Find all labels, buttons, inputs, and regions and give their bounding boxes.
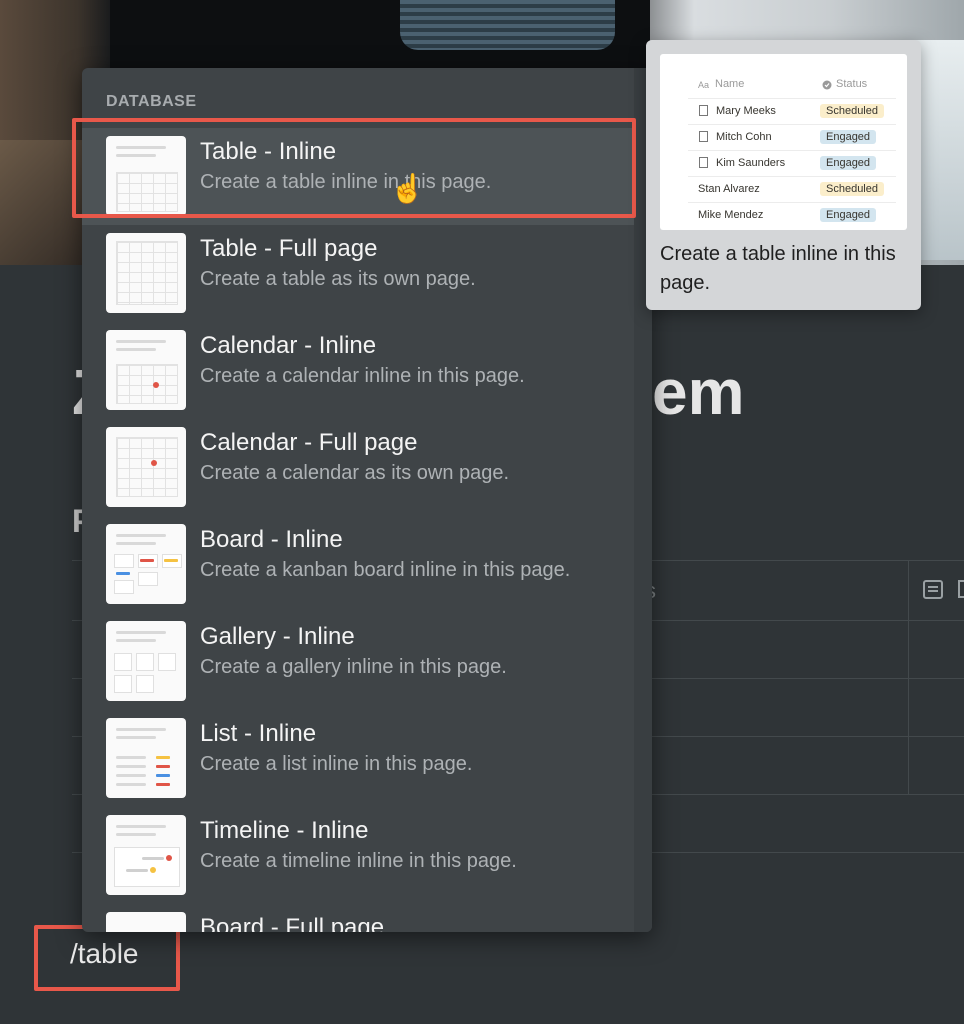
menu-item-board-inline[interactable]: Board - Inline Create a kanban board inl… (82, 516, 652, 613)
preview-row: Kim Saunders Engaged (688, 150, 896, 177)
status-badge: Engaged (820, 208, 877, 222)
status-badge: Scheduled (820, 182, 884, 196)
timeline-thumbnail-icon (106, 815, 186, 895)
menu-item-title: List - Inline (200, 720, 317, 747)
page-icon (699, 105, 708, 116)
status-badge: Engaged (820, 156, 877, 170)
status-property-icon (822, 80, 832, 90)
menu-item-title: Board - Full page (200, 914, 385, 932)
status-badge: Engaged (820, 130, 877, 144)
text-property-icon: Aa (698, 80, 709, 89)
list-thumbnail-icon (106, 718, 186, 798)
page-icon (699, 131, 708, 142)
preview-row: Mary Meeks Scheduled (688, 98, 896, 125)
table-full-thumbnail-icon (106, 233, 186, 313)
cover-lamp (400, 0, 615, 50)
preview-row-name: Mitch Cohn (716, 131, 772, 143)
calendar-icon (923, 580, 943, 599)
preview-table: Aa Name Status Mary Meeks Scheduled Mitc… (660, 54, 907, 230)
preview-row-name: Mary Meeks (716, 105, 776, 117)
property-icon (958, 580, 964, 598)
menu-item-calendar-full-page[interactable]: Calendar - Full page Create a calendar a… (82, 419, 652, 516)
preview-caption: Create a table inline in this page. (660, 243, 896, 294)
menu-item-title: Calendar - Inline (200, 332, 377, 359)
menu-item-description: Create a gallery inline in this page. (200, 656, 507, 678)
menu-item-description: Create a list inline in this page. (200, 753, 473, 775)
menu-item-description: Create a kanban board inline in this pag… (200, 559, 571, 581)
menu-item-title: Table - Full page (200, 235, 378, 262)
menu-item-description: Create a timeline inline in this page. (200, 850, 517, 872)
preview-row-name: Mike Mendez (698, 209, 764, 221)
menu-item-timeline-inline[interactable]: Timeline - Inline Create a timeline inli… (82, 807, 652, 904)
calendar-full-thumbnail-icon (106, 427, 186, 507)
menu-section-header: DATABASE (106, 93, 197, 110)
page-icon (699, 157, 708, 168)
board-full-thumbnail-icon (106, 912, 186, 932)
svg-text:Aa: Aa (698, 80, 709, 89)
status-badge: Scheduled (820, 104, 884, 118)
preview-row-name: Stan Alvarez (698, 183, 760, 195)
board-thumbnail-icon (106, 524, 186, 604)
menu-item-calendar-inline[interactable]: Calendar - Inline Create a calendar inli… (82, 322, 652, 419)
selection-highlight-box (72, 118, 636, 218)
preview-row-name: Kim Saunders (716, 157, 786, 169)
preview-popover: Aa Name Status Mary Meeks Scheduled Mitc… (646, 40, 921, 310)
menu-item-title: Calendar - Full page (200, 429, 418, 456)
menu-item-description: Create a calendar inline in this page. (200, 365, 525, 387)
menu-item-table-full-page[interactable]: Table - Full page Create a table as its … (82, 225, 652, 322)
menu-item-list-inline[interactable]: List - Inline Create a list inline in th… (82, 710, 652, 807)
menu-item-title: Board - Inline (200, 526, 343, 553)
table-column-divider (908, 560, 909, 794)
menu-item-title: Timeline - Inline (200, 817, 369, 844)
menu-item-gallery-inline[interactable]: Gallery - Inline Create a gallery inline… (82, 613, 652, 710)
menu-item-board-full-page[interactable]: Board - Full page (82, 904, 652, 932)
preview-row: Stan Alvarez Scheduled (688, 176, 896, 203)
menu-item-description: Create a table as its own page. (200, 268, 476, 290)
menu-item-description: Create a calendar as its own page. (200, 462, 510, 484)
preview-column-name: Name (715, 78, 745, 90)
preview-row: Mitch Cohn Engaged (688, 124, 896, 151)
menu-item-title: Gallery - Inline (200, 623, 355, 650)
page-title-right: em (652, 356, 745, 428)
preview-row: Mike Mendez Engaged (688, 202, 896, 229)
hand-pointer-icon: ☝ (390, 173, 425, 204)
preview-column-status: Status (836, 78, 868, 90)
command-highlight-box (34, 925, 180, 991)
calendar-thumbnail-icon (106, 330, 186, 410)
gallery-thumbnail-icon (106, 621, 186, 701)
